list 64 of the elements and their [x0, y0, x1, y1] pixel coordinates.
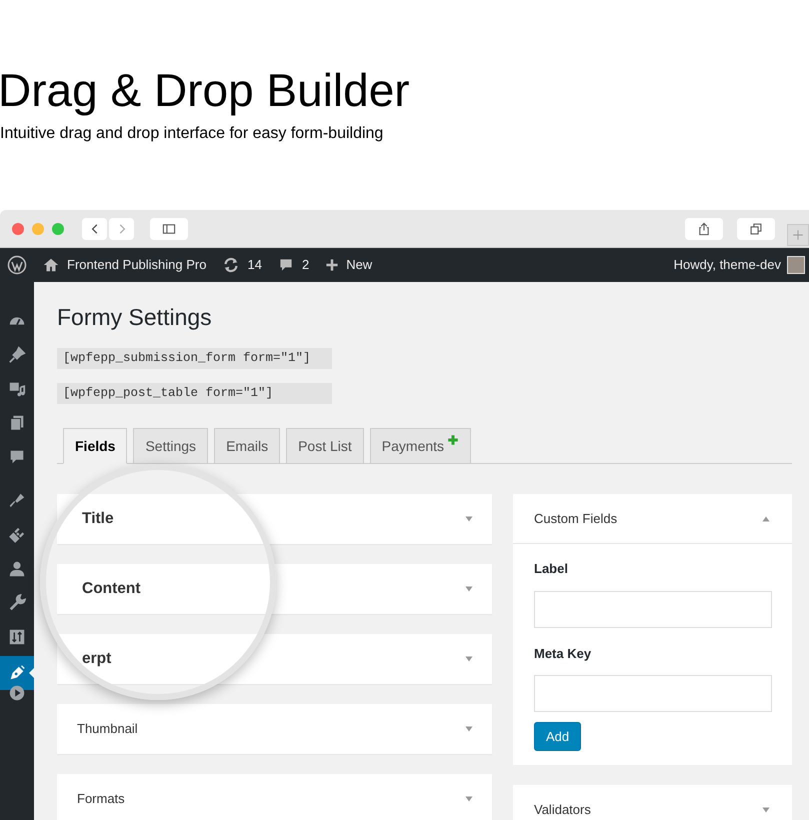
- shortcode-text: [wpfepp_submission_form form="1"]: [57, 348, 332, 369]
- field-panel[interactable]: Content: [57, 564, 492, 614]
- panel-title: Validators: [534, 801, 591, 820]
- plus-icon: [792, 228, 804, 240]
- updates-link[interactable]: 14: [222, 255, 262, 275]
- pages-icon: [8, 414, 26, 432]
- tabs-icon: [749, 222, 763, 236]
- field-label: Label: [534, 560, 569, 578]
- field-label: Title: [82, 509, 114, 530]
- field-label: Content: [82, 579, 141, 600]
- caret-down-icon: [464, 584, 474, 594]
- plug-icon: [8, 526, 26, 544]
- field-panel[interactable]: Title: [57, 494, 492, 544]
- plus-icon: [325, 258, 340, 272]
- pen-nib-icon: [8, 664, 26, 682]
- tabs-button[interactable]: [737, 218, 775, 240]
- wordpress-logo-icon[interactable]: [7, 255, 27, 275]
- speech-bubble-icon: [8, 448, 26, 466]
- tab[interactable]: Post List: [286, 428, 364, 464]
- comments-link[interactable]: 2: [278, 255, 310, 275]
- page-title: Formy Settings: [57, 303, 213, 332]
- pin-icon: [8, 346, 26, 364]
- field-label: Formats: [77, 790, 125, 808]
- validators-panel[interactable]: Validators: [513, 785, 792, 820]
- site-link[interactable]: Frontend Publishing Pro: [42, 255, 206, 275]
- home-icon: [42, 256, 60, 274]
- new-link[interactable]: New: [325, 255, 372, 275]
- field-panel[interactable]: Thumbnail: [57, 704, 492, 754]
- caret-down-icon: [464, 654, 474, 664]
- hero-subtitle: Intuitive drag and drop interface for easy form-building: [0, 124, 384, 144]
- play-icon: [8, 684, 26, 702]
- field-label: Thumbnail: [77, 720, 138, 738]
- refresh-icon: [222, 256, 240, 274]
- sidebar-icon: [161, 222, 177, 236]
- tab[interactable]: Emails: [214, 428, 280, 464]
- tab[interactable]: Fields: [63, 428, 128, 464]
- tab[interactable]: Settings: [133, 428, 208, 464]
- field-panel[interactable]: Formats: [57, 774, 492, 820]
- shortcode-text: [wpfepp_post_table form="1"]: [57, 383, 332, 404]
- input-field[interactable]: [534, 675, 772, 712]
- input-field[interactable]: [534, 590, 772, 628]
- caret-down-icon: [464, 724, 474, 734]
- caret-down-icon: [464, 794, 474, 804]
- field-label: erpt: [82, 649, 112, 670]
- user-icon: [8, 560, 26, 578]
- share-icon: [697, 220, 711, 236]
- wrench-icon: [8, 594, 26, 612]
- field-panel[interactable]: erpt: [57, 634, 492, 684]
- caret-down-icon: [464, 514, 474, 524]
- media-icon: [8, 380, 26, 398]
- sliders-icon: [8, 628, 26, 646]
- share-button[interactable]: [685, 218, 723, 240]
- field-label: Meta Key: [534, 644, 592, 663]
- account-link[interactable]: Howdy, theme-dev: [674, 255, 781, 275]
- tab[interactable]: Payments: [370, 428, 472, 464]
- panel-title: Custom Fields: [534, 510, 618, 528]
- hero-title: Drag & Drop Builder: [0, 63, 411, 118]
- brush-icon: [8, 492, 26, 510]
- panel-header[interactable]: Custom Fields: [513, 494, 792, 544]
- add-button[interactable]: Add: [534, 722, 582, 751]
- speech-bubble-icon: [278, 257, 294, 273]
- back-button[interactable]: [82, 218, 107, 240]
- sidebar-item[interactable]: [0, 656, 34, 690]
- sidebar-toggle-button[interactable]: [150, 218, 188, 240]
